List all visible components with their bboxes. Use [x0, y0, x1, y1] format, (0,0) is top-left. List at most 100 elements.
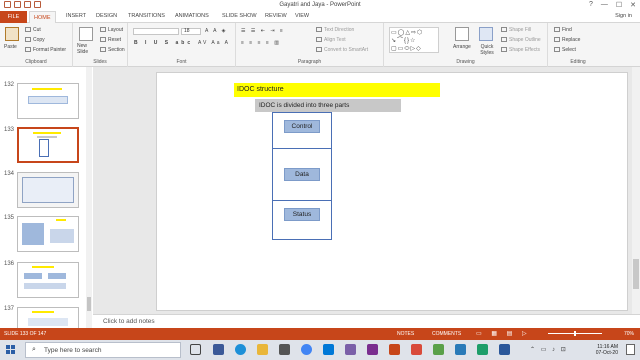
- taskbar-search-input[interactable]: ⌕ Type here to search: [25, 342, 181, 358]
- zoom-slider-thumb[interactable]: [574, 331, 576, 336]
- font-size-box[interactable]: 18: [181, 28, 201, 35]
- scroll-thumb[interactable]: [87, 297, 91, 311]
- tab-animations[interactable]: ANIMATIONS: [175, 13, 209, 19]
- tab-design[interactable]: DESIGN: [96, 13, 117, 19]
- taskbar: ⌕ Type here to search ⌃ ▭ ♪ ⊡ 11:16 AM 0…: [0, 340, 640, 360]
- maximize-button[interactable]: ☐: [616, 1, 622, 9]
- new-slide-icon[interactable]: [79, 27, 93, 41]
- thumb-number: 135: [4, 215, 15, 221]
- align-buttons[interactable]: ≡ ≡ ≡ ≡ ▥: [241, 40, 281, 46]
- windows-start-icon[interactable]: [6, 345, 16, 355]
- chrome-icon[interactable]: [301, 344, 312, 355]
- app-icon[interactable]: [213, 344, 224, 355]
- notification-icon[interactable]: [626, 344, 635, 355]
- layout-icon: [100, 27, 106, 32]
- zoom-level[interactable]: 70%: [624, 331, 634, 337]
- font-color-buttons[interactable]: AV Aa A: [198, 40, 230, 46]
- scissors-icon: [25, 27, 31, 32]
- shapes-gallery[interactable]: ▭◯△⇨⬡ ↘⌒{}☆ ▢▭⬭▷◇: [389, 27, 439, 53]
- slide-subtitle[interactable]: IDOC is divided into three parts: [255, 99, 401, 112]
- text-direction-button[interactable]: Text Direction: [316, 27, 354, 33]
- section-button[interactable]: Section: [100, 47, 125, 53]
- clock[interactable]: 11:16 AM 07-Oct-20: [596, 344, 618, 356]
- system-tray-icons[interactable]: ⌃ ▭ ♪ ⊡: [530, 346, 568, 353]
- search-placeholder: Type here to search: [44, 347, 102, 354]
- onenote-icon[interactable]: [367, 344, 378, 355]
- format-painter-button[interactable]: Format Painter: [25, 47, 66, 53]
- status-record-box[interactable]: Status: [284, 208, 320, 221]
- thumb-number: 136: [4, 261, 15, 267]
- zoom-slider[interactable]: [548, 331, 602, 336]
- tab-insert[interactable]: INSERT: [66, 13, 86, 19]
- slide-thumbnail[interactable]: [17, 262, 79, 298]
- minimize-button[interactable]: —: [601, 1, 608, 9]
- mail-icon[interactable]: [323, 344, 334, 355]
- slide-thumbnail-selected[interactable]: [17, 127, 79, 163]
- slide-thumbnail[interactable]: [17, 83, 79, 119]
- find-button[interactable]: Find: [554, 27, 572, 33]
- notes-pane[interactable]: Click to add notes: [93, 314, 640, 328]
- quick-styles-button[interactable]: Quick Styles: [478, 44, 496, 56]
- tab-file[interactable]: FILE: [0, 11, 27, 23]
- select-button[interactable]: Select: [554, 47, 576, 53]
- thumbnail-scrollbar[interactable]: [86, 67, 92, 328]
- notes-button[interactable]: NOTES: [397, 331, 414, 337]
- align-text-button[interactable]: Align Text: [316, 37, 346, 43]
- paste-button[interactable]: Paste: [4, 44, 17, 50]
- tab-home[interactable]: HOME: [29, 11, 56, 23]
- edge-icon[interactable]: [235, 344, 246, 355]
- arrange-button[interactable]: Arrange: [453, 44, 471, 50]
- effects-icon: [501, 47, 507, 52]
- tab-slide-show[interactable]: SLIDE SHOW: [222, 13, 257, 19]
- app-icon[interactable]: [455, 344, 466, 355]
- slide-title[interactable]: IDOC structure: [234, 83, 440, 97]
- editor-scrollbar[interactable]: [632, 67, 640, 314]
- replace-button[interactable]: Replace: [554, 37, 580, 43]
- window-title: Gayatri and Jaya - PowerPoint: [279, 2, 361, 8]
- tab-view[interactable]: VIEW: [295, 13, 309, 19]
- select-icon: [554, 47, 560, 52]
- close-button[interactable]: ✕: [630, 1, 636, 9]
- store-icon[interactable]: [279, 344, 290, 355]
- new-slide-button[interactable]: New Slide: [77, 43, 97, 55]
- shape-effects-button[interactable]: Shape Effects: [501, 47, 540, 53]
- shape-outline-button[interactable]: Shape Outline: [501, 37, 541, 43]
- grow-shrink-font[interactable]: A A ◈: [205, 28, 227, 34]
- slide-thumbnail[interactable]: [17, 307, 79, 328]
- sign-in-link[interactable]: Sign in: [615, 13, 632, 19]
- font-style-buttons[interactable]: B I U S abc: [134, 40, 193, 46]
- data-record-box[interactable]: Data: [284, 168, 320, 181]
- control-record-box[interactable]: Control: [284, 120, 320, 133]
- task-view-icon[interactable]: [190, 344, 201, 355]
- layout-button[interactable]: Layout: [100, 27, 123, 33]
- shape-fill-button[interactable]: Shape Fill: [501, 27, 531, 33]
- font-name-box[interactable]: [133, 28, 179, 35]
- convert-smartart-button[interactable]: Convert to SmartArt: [316, 47, 368, 53]
- tab-transitions[interactable]: TRANSITIONS: [128, 13, 165, 19]
- word-icon[interactable]: [499, 344, 510, 355]
- idoc-structure-box[interactable]: Control Data Status: [272, 112, 332, 240]
- slide-thumbnail[interactable]: [17, 216, 79, 252]
- thumb-box: [24, 283, 66, 289]
- cut-button[interactable]: Cut: [25, 27, 41, 33]
- arrange-icon[interactable]: [455, 27, 469, 41]
- app-icon[interactable]: [477, 344, 488, 355]
- slide-indicator: SLIDE 133 OF 147: [4, 331, 47, 337]
- file-explorer-icon[interactable]: [257, 344, 268, 355]
- powerpoint-icon[interactable]: [389, 344, 400, 355]
- list-buttons[interactable]: ☰ ☰ ⇤ ⇥ ≡: [241, 28, 285, 34]
- view-buttons[interactable]: ▭ ▦ ▤ ▷: [476, 330, 531, 337]
- app-icon[interactable]: [433, 344, 444, 355]
- app-icon[interactable]: [411, 344, 422, 355]
- reset-button[interactable]: Reset: [100, 37, 121, 43]
- paste-icon[interactable]: [5, 27, 19, 41]
- comments-button[interactable]: COMMENTS: [432, 331, 461, 337]
- help-button[interactable]: ?: [589, 1, 593, 9]
- copy-button[interactable]: Copy: [25, 37, 45, 43]
- slide-canvas[interactable]: IDOC structure IDOC is divided into thre…: [156, 72, 628, 311]
- app-icon[interactable]: [345, 344, 356, 355]
- scroll-thumb[interactable]: [633, 259, 639, 289]
- tab-review[interactable]: REVIEW: [265, 13, 287, 19]
- slide-thumbnail[interactable]: [17, 172, 79, 208]
- quick-styles-icon[interactable]: [479, 27, 493, 41]
